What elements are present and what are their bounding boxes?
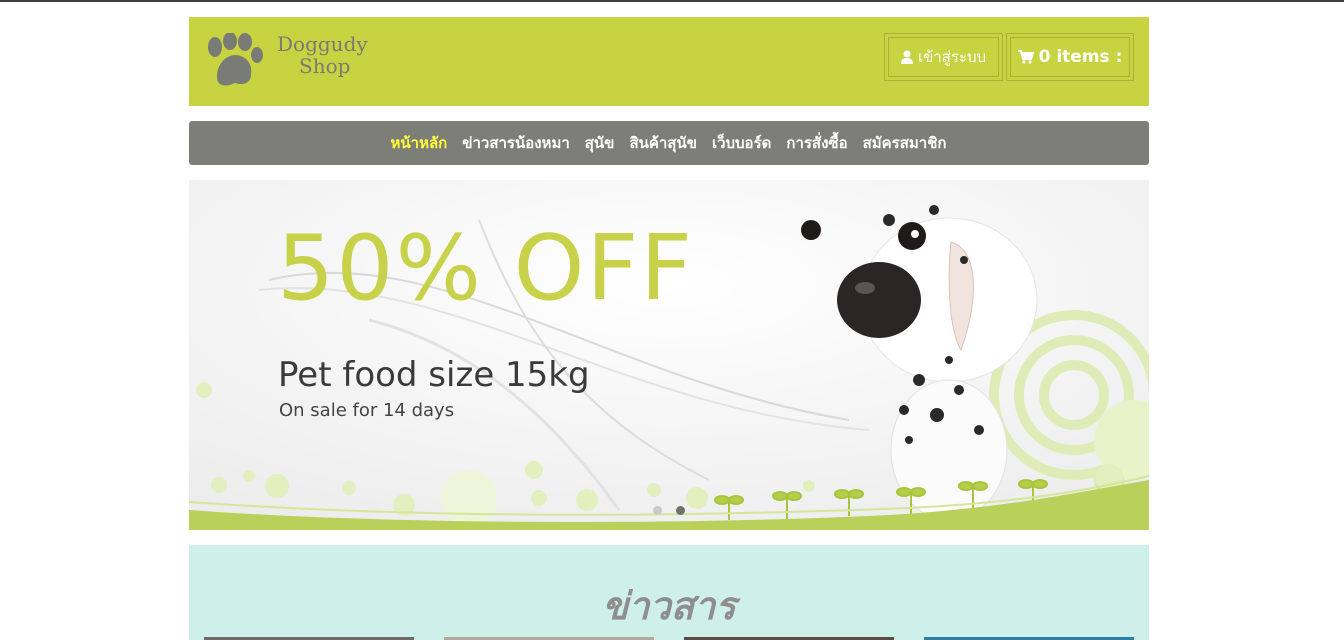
cart-button[interactable]: 0 items :: [1006, 33, 1134, 81]
login-button[interactable]: เข้าสู่ระบบ: [884, 33, 1003, 81]
logo-line2: Shop: [299, 54, 351, 78]
site-header: Doggudy Shop เข้าสู่ระบบ 0 items:: [189, 17, 1149, 106]
user-icon: [900, 50, 913, 64]
promo-subtitle: Pet food size 15kg: [278, 355, 590, 395]
main-nav: หน้าหลัก ข่าวสารน้องหมา สุนัข สินค้าสุนั…: [189, 121, 1149, 165]
news-section: ข่าวสาร: [189, 545, 1149, 640]
cart-button-inner: 0 items :: [1010, 37, 1130, 77]
paw-icon: [208, 33, 263, 86]
nav-item-dogs[interactable]: สุนัข: [585, 131, 615, 155]
logo-text: Doggudy Shop: [263, 33, 368, 77]
cart-icon: [1017, 50, 1034, 64]
promo-headline: 50% OFF: [277, 216, 695, 321]
nav-item-orders[interactable]: การสั่งซื้อ: [786, 131, 847, 155]
top-border: [0, 0, 1344, 2]
carousel-dot-2[interactable]: [676, 506, 685, 515]
cart-label: 0 items :: [1038, 47, 1123, 67]
login-label: เข้าสู่ระบบ: [917, 48, 987, 66]
nav-item-dog-news[interactable]: ข่าวสารน้องหมา: [462, 131, 570, 155]
nav-item-dog-products[interactable]: สินค้าสุนัข: [629, 131, 697, 155]
nav-item-register[interactable]: สมัครสมาชิก: [863, 131, 947, 155]
carousel-dot-1[interactable]: [653, 506, 662, 515]
login-button-inner: เข้าสู่ระบบ: [888, 37, 999, 77]
logo-line1: Doggudy: [277, 32, 368, 56]
nav-item-webboard[interactable]: เว็บบอร์ด: [712, 131, 771, 155]
promo-note: On sale for 14 days: [279, 400, 455, 421]
news-title: ข่าวสาร: [602, 584, 736, 628]
site-logo[interactable]: Doggudy Shop: [203, 33, 368, 93]
promo-banner[interactable]: 50% OFF Pet food size 15kg On sale for 1…: [189, 180, 1149, 530]
nav-item-home[interactable]: หน้าหลัก: [391, 131, 448, 155]
